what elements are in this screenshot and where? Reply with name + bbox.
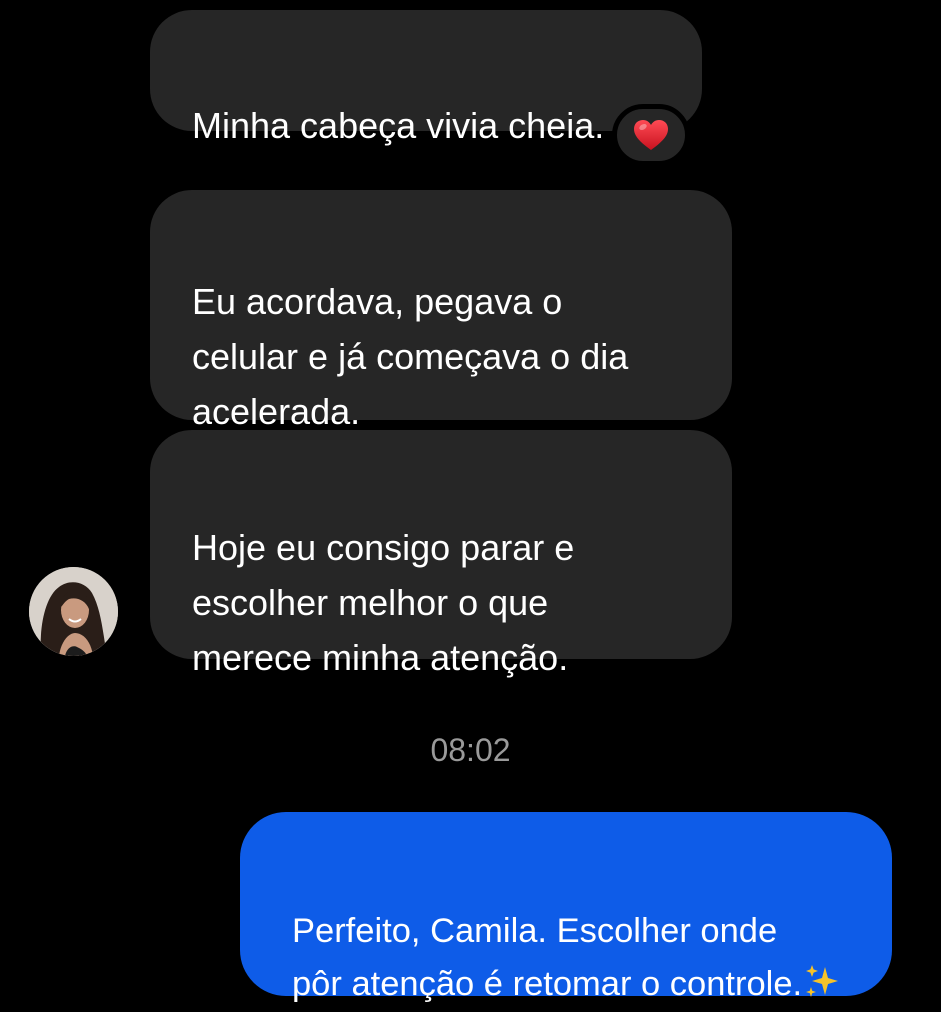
- sender-avatar[interactable]: [29, 567, 118, 656]
- message-timestamp: 08:02: [430, 732, 511, 768]
- profile-photo-icon: [29, 567, 118, 656]
- message-text: Minha cabeça vivia cheia.: [192, 105, 605, 146]
- heart-emoji-icon: [634, 119, 668, 150]
- message-text: Eu acordava, pegava o celular e já começ…: [192, 281, 629, 432]
- sparkles-emoji-icon: [806, 965, 839, 997]
- message-text: Hoje eu consigo parar e escolher melhor …: [192, 527, 575, 678]
- incoming-message-bubble[interactable]: Minha cabeça vivia cheia.: [150, 10, 702, 146]
- outgoing-message-bubble[interactable]: Perfeito, Camila. Escolher onde pôr aten…: [240, 812, 892, 1003]
- incoming-message-bubble[interactable]: Eu acordava, pegava o celular e já começ…: [150, 190, 732, 432]
- message-text: Perfeito, Camila. Escolher onde pôr aten…: [292, 912, 803, 1003]
- heart-reaction-badge[interactable]: [612, 104, 690, 166]
- incoming-message-bubble[interactable]: Hoje eu consigo parar e escolher melhor …: [150, 430, 732, 678]
